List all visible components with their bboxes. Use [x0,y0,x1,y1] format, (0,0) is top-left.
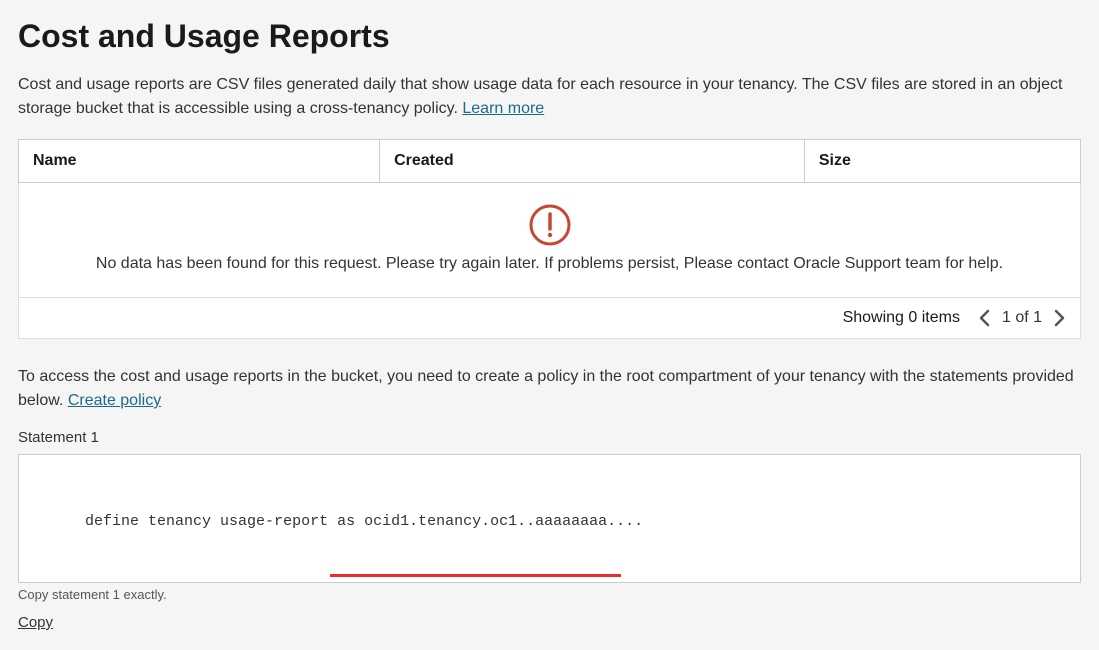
intro-text: Cost and usage reports are CSV files gen… [18,73,1081,121]
empty-row: No data has been found for this request.… [19,183,1081,298]
showing-text: Showing 0 items [843,309,960,327]
policy-intro-body: To access the cost and usage reports in … [18,368,1074,409]
copy-hint: Copy statement 1 exactly. [18,587,1081,602]
statement-label: Statement 1 [18,429,1081,446]
col-size: Size [804,140,1080,183]
empty-message: No data has been found for this request.… [33,255,1066,273]
copy-button[interactable]: Copy [18,614,53,631]
statement-box: define tenancy usage-report as ocid1.ten… [18,454,1081,583]
statement-text: define tenancy usage-report as ocid1.ten… [49,490,643,574]
page-title: Cost and Usage Reports [18,18,1081,55]
create-policy-link[interactable]: Create policy [68,392,161,409]
learn-more-link[interactable]: Learn more [462,100,544,117]
alert-icon [528,203,572,247]
pagination-row: Showing 0 items 1 of 1 [19,298,1081,339]
prev-page-button[interactable] [978,308,992,328]
next-page-button[interactable] [1052,308,1066,328]
col-created: Created [380,140,805,183]
underline-annotation [330,574,621,577]
table-header-row: Name Created Size [19,140,1081,183]
page-indicator: 1 of 1 [1002,309,1042,327]
reports-table: Name Created Size No data has been found… [18,139,1081,339]
policy-intro: To access the cost and usage reports in … [18,365,1081,413]
col-name: Name [19,140,380,183]
